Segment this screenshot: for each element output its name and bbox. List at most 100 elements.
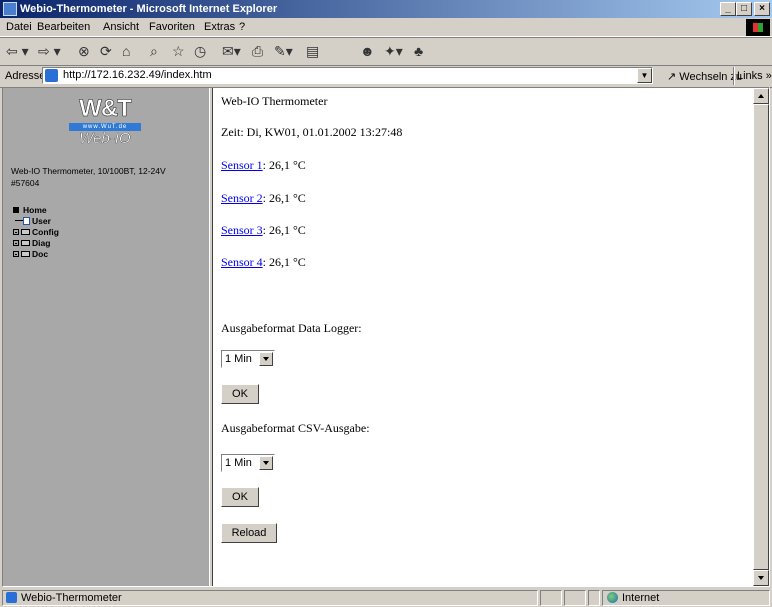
- status-cell-empty-2: [564, 590, 586, 606]
- window-title: Webio-Thermometer - Microsoft Internet E…: [20, 3, 278, 15]
- tree-item-config[interactable]: Config: [13, 227, 59, 238]
- standard-toolbar: ⇦ ▾ ⇨ ▾ ⊗ ⟳ ⌂ ⌕ ☆ ◷ ✉▾ ⎙ ✎▾ ▤ ☻ ✦▾ ♣: [0, 37, 772, 66]
- folder-icon: [21, 240, 30, 246]
- messenger-icon[interactable]: ☻: [360, 42, 375, 60]
- logger-format-value: 1 Min: [225, 353, 252, 365]
- tree-label-doc: Doc: [32, 249, 49, 259]
- page-icon: [45, 69, 58, 82]
- logger-format-label: Ausgabeformat Data Logger:: [221, 321, 362, 335]
- tree-label-config: Config: [32, 227, 59, 237]
- edit-icon[interactable]: ✎▾: [274, 42, 293, 60]
- favorites-icon[interactable]: ☆: [172, 42, 185, 60]
- discuss-icon[interactable]: ▤: [306, 42, 319, 60]
- refresh-icon[interactable]: ⟳: [100, 42, 112, 60]
- menu-ansicht[interactable]: Ansicht: [103, 21, 139, 33]
- expand-icon[interactable]: [13, 240, 19, 246]
- tree-item-user[interactable]: User: [13, 216, 59, 227]
- tree-item-doc[interactable]: Doc: [13, 249, 59, 260]
- tree-item-home[interactable]: Home: [13, 205, 59, 216]
- mail-icon[interactable]: ✉▾: [222, 42, 241, 60]
- sensor-row-1: Sensor 1: 26,1 °C: [221, 158, 306, 173]
- sensor-1-value: : 26,1 °C: [262, 158, 306, 172]
- device-line-2: #57604: [11, 178, 40, 188]
- scroll-up-button[interactable]: [753, 88, 769, 104]
- csv-format-select[interactable]: 1 Min: [221, 454, 275, 472]
- maximize-button[interactable]: □: [736, 2, 752, 16]
- sensor-1-link[interactable]: Sensor 1: [221, 158, 263, 172]
- address-bar: Adresse http://172.16.232.49/index.htm ▼…: [0, 65, 772, 88]
- sensor-3-value: : 26,1 °C: [262, 223, 306, 237]
- title-bar: Webio-Thermometer - Microsoft Internet E…: [0, 0, 772, 18]
- status-text-cell: Webio-Thermometer: [2, 590, 538, 606]
- scroll-thumb[interactable]: [753, 104, 769, 570]
- chevron-down-icon[interactable]: [259, 456, 273, 470]
- history-icon[interactable]: ◷: [194, 42, 206, 60]
- device-info: Web-IO Thermometer, 10/100BT, 12-24V #57…: [11, 165, 166, 189]
- stop-icon[interactable]: ⊗: [78, 42, 90, 60]
- folder-icon: [21, 251, 30, 257]
- tree-label-user: User: [32, 216, 51, 226]
- minimize-button[interactable]: _: [720, 2, 736, 16]
- folder-icon: [21, 229, 30, 235]
- vertical-scrollbar[interactable]: [753, 88, 769, 586]
- close-button[interactable]: ×: [754, 2, 770, 16]
- menu-bar: Datei Bearbeiten Ansicht Favoriten Extra…: [0, 18, 772, 37]
- sidebar: W&T www.WuT.de Web-IO Web-IO Thermometer…: [3, 88, 209, 586]
- time-display: Zeit: Di, KW01, 01.01.2002 13:27:48: [221, 125, 403, 139]
- scroll-down-button[interactable]: [753, 570, 769, 586]
- windows-logo-icon: [746, 19, 770, 36]
- sensor-row-3: Sensor 3: 26,1 °C: [221, 223, 306, 238]
- expand-icon[interactable]: [13, 229, 19, 235]
- sensor-row-2: Sensor 2: 26,1 °C: [221, 191, 306, 206]
- internet-zone-icon: [607, 592, 618, 603]
- sensor-2-link[interactable]: Sensor 2: [221, 191, 263, 205]
- links-button[interactable]: Links »: [737, 70, 772, 82]
- navigation-tree: Home User Config Diag Doc: [13, 205, 59, 260]
- sensor-4-link[interactable]: Sensor 4: [221, 255, 263, 269]
- home-icon[interactable]: ⌂: [122, 42, 130, 60]
- go-button[interactable]: ↗ Wechseln zu: [667, 70, 742, 83]
- document-icon: [23, 217, 30, 225]
- zone-text: Internet: [622, 592, 660, 604]
- research-icon[interactable]: ✦▾: [384, 42, 403, 60]
- menu-favoriten[interactable]: Favoriten: [149, 21, 195, 33]
- tree-item-diag[interactable]: Diag: [13, 238, 59, 249]
- menu-bearbeiten[interactable]: Bearbeiten: [37, 21, 90, 33]
- tree-line: [15, 220, 23, 221]
- tree-label-home: Home: [23, 205, 47, 215]
- back-icon[interactable]: ⇦ ▾: [6, 42, 29, 60]
- status-text: Webio-Thermometer: [21, 592, 122, 604]
- status-bar: Webio-Thermometer Internet: [0, 589, 772, 607]
- tree-label-diag: Diag: [32, 238, 51, 248]
- logger-ok-button[interactable]: OK: [221, 384, 259, 404]
- reload-button[interactable]: Reload: [221, 523, 277, 543]
- sensor-2-value: : 26,1 °C: [262, 191, 306, 205]
- address-url: http://172.16.232.49/index.htm: [63, 69, 212, 81]
- search-icon[interactable]: ⌕: [150, 42, 158, 60]
- ie-app-icon: [3, 2, 17, 16]
- address-label: Adresse: [5, 70, 46, 82]
- sensor-row-4: Sensor 4: 26,1 °C: [221, 255, 306, 270]
- menu-datei[interactable]: Datei: [6, 21, 32, 33]
- address-dropdown-button[interactable]: ▼: [637, 68, 652, 83]
- page-heading: Web-IO Thermometer: [221, 94, 328, 108]
- tool-icon[interactable]: ♣: [414, 42, 423, 60]
- links-label: Links: [737, 70, 763, 82]
- menu-help[interactable]: ?: [239, 21, 245, 33]
- sensor-4-value: : 26,1 °C: [262, 255, 306, 269]
- csv-ok-button[interactable]: OK: [221, 487, 259, 507]
- wut-logo: W&T www.WuT.de Web-IO: [69, 95, 141, 147]
- csv-format-label: Ausgabeformat CSV-Ausgabe:: [221, 421, 370, 435]
- page-status-icon: [6, 592, 17, 603]
- logger-format-select[interactable]: 1 Min: [221, 350, 275, 368]
- expand-icon[interactable]: [13, 251, 19, 257]
- logo-main: W&T: [79, 95, 132, 122]
- sensor-3-link[interactable]: Sensor 3: [221, 223, 263, 237]
- frame-divider[interactable]: [209, 88, 213, 586]
- chevron-down-icon[interactable]: [259, 352, 273, 366]
- home-node-icon: [13, 207, 19, 213]
- address-input[interactable]: http://172.16.232.49/index.htm: [42, 67, 653, 84]
- menu-extras[interactable]: Extras: [204, 21, 235, 33]
- print-icon[interactable]: ⎙: [252, 42, 263, 60]
- forward-icon[interactable]: ⇨ ▾: [38, 42, 61, 60]
